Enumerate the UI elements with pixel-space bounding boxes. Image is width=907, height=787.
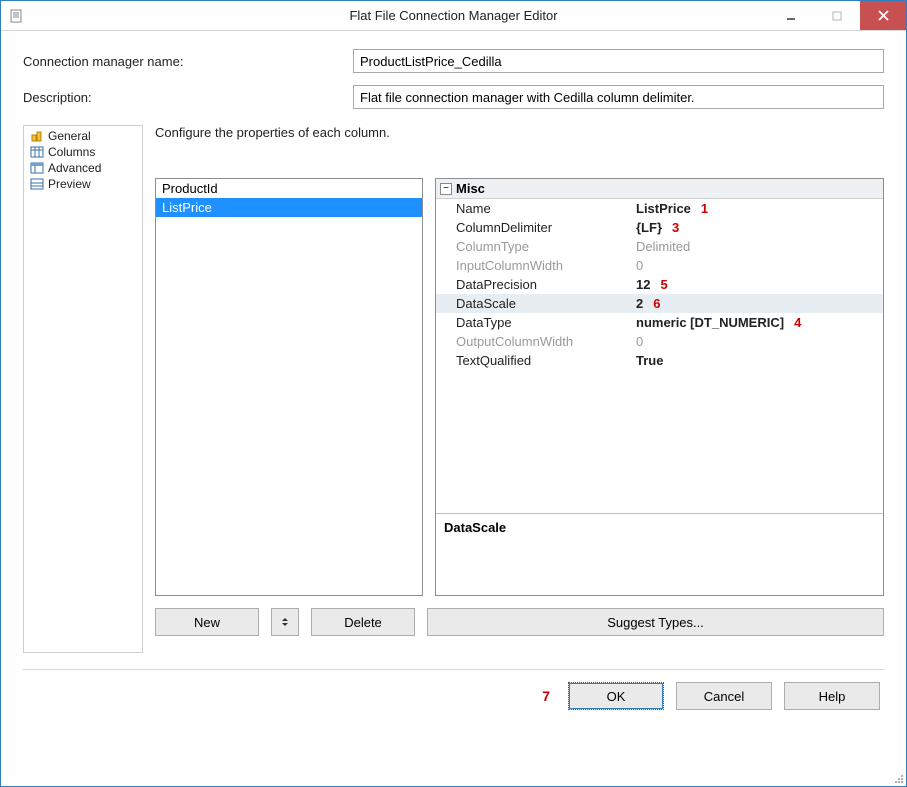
property-value[interactable]: 26 (636, 296, 883, 311)
sidebar-item-label: Columns (48, 145, 95, 159)
delete-button[interactable]: Delete (311, 608, 415, 636)
window-controls (768, 1, 906, 30)
new-dropdown-button[interactable] (271, 608, 299, 636)
property-name: InputColumnWidth (456, 258, 636, 273)
columns-icon (30, 145, 44, 159)
minimize-button[interactable] (768, 1, 814, 30)
description-input[interactable] (353, 85, 884, 109)
property-value[interactable]: ListPrice1 (636, 201, 883, 216)
column-list-item[interactable]: ProductId (156, 179, 422, 198)
connection-name-label: Connection manager name: (23, 54, 353, 69)
suggest-types-button[interactable]: Suggest Types... (427, 608, 884, 636)
property-name: DataScale (456, 296, 636, 311)
property-name: DataType (456, 315, 636, 330)
advanced-icon (30, 161, 44, 175)
sidebar-item-general[interactable]: General (28, 128, 138, 144)
property-row[interactable]: InputColumnWidth0 (436, 256, 883, 275)
property-name: ColumnDelimiter (456, 220, 636, 235)
general-icon (30, 129, 44, 143)
column-list[interactable]: ProductId ListPrice (155, 178, 423, 596)
sidebar-item-columns[interactable]: Columns (28, 144, 138, 160)
sidebar-item-label: Preview (48, 177, 91, 191)
property-row[interactable]: TextQualifiedTrue (436, 351, 883, 370)
divider (23, 669, 884, 670)
property-value[interactable]: 0 (636, 258, 883, 273)
property-value[interactable]: 125 (636, 277, 883, 292)
property-row[interactable]: DataScale26 (436, 294, 883, 313)
property-row[interactable]: ColumnTypeDelimited (436, 237, 883, 256)
collapse-icon[interactable]: − (440, 183, 452, 195)
cancel-button[interactable]: Cancel (676, 682, 772, 710)
property-category-label: Misc (456, 181, 485, 196)
annotation: 7 (542, 688, 550, 704)
sidebar: General Columns Advanced Preview (23, 125, 143, 653)
property-row[interactable]: DataTypenumeric [DT_NUMERIC]4 (436, 313, 883, 332)
annotation: 5 (660, 277, 667, 292)
property-row[interactable]: ColumnDelimiter{LF}3 (436, 218, 883, 237)
close-button[interactable] (860, 1, 906, 30)
maximize-button (814, 1, 860, 30)
property-value[interactable]: 0 (636, 334, 883, 349)
ok-button[interactable]: OK (568, 682, 664, 710)
property-name: DataPrecision (456, 277, 636, 292)
property-row[interactable]: OutputColumnWidth0 (436, 332, 883, 351)
description-label: Description: (23, 90, 353, 105)
sidebar-item-preview[interactable]: Preview (28, 176, 138, 192)
annotation: 4 (794, 315, 801, 330)
instruction-text: Configure the properties of each column. (155, 125, 884, 140)
title-bar: Flat File Connection Manager Editor (1, 1, 906, 31)
property-value[interactable]: True (636, 353, 883, 368)
preview-icon (30, 177, 44, 191)
property-grid: − Misc NameListPrice1ColumnDelimiter{LF}… (435, 178, 884, 596)
chevron-updown-icon (280, 617, 290, 627)
sidebar-item-label: General (48, 129, 91, 143)
property-description: DataScale (436, 513, 883, 595)
sidebar-item-label: Advanced (48, 161, 101, 175)
sidebar-item-advanced[interactable]: Advanced (28, 160, 138, 176)
property-name: Name (456, 201, 636, 216)
property-name: TextQualified (456, 353, 636, 368)
property-description-title: DataScale (444, 520, 506, 535)
app-icon (9, 8, 25, 24)
property-value[interactable]: Delimited (636, 239, 883, 254)
new-button[interactable]: New (155, 608, 259, 636)
property-name: OutputColumnWidth (456, 334, 636, 349)
connection-name-input[interactable] (353, 49, 884, 73)
property-category-header[interactable]: − Misc (436, 179, 883, 199)
property-row[interactable]: NameListPrice1 (436, 199, 883, 218)
property-name: ColumnType (456, 239, 636, 254)
property-value[interactable]: numeric [DT_NUMERIC]4 (636, 315, 883, 330)
help-button[interactable]: Help (784, 682, 880, 710)
annotation: 3 (672, 220, 679, 235)
column-list-item[interactable]: ListPrice (156, 198, 422, 217)
property-value[interactable]: {LF}3 (636, 220, 883, 235)
resize-grip-icon[interactable] (892, 772, 904, 784)
annotation: 6 (653, 296, 660, 311)
annotation: 1 (701, 201, 708, 216)
property-row[interactable]: DataPrecision125 (436, 275, 883, 294)
